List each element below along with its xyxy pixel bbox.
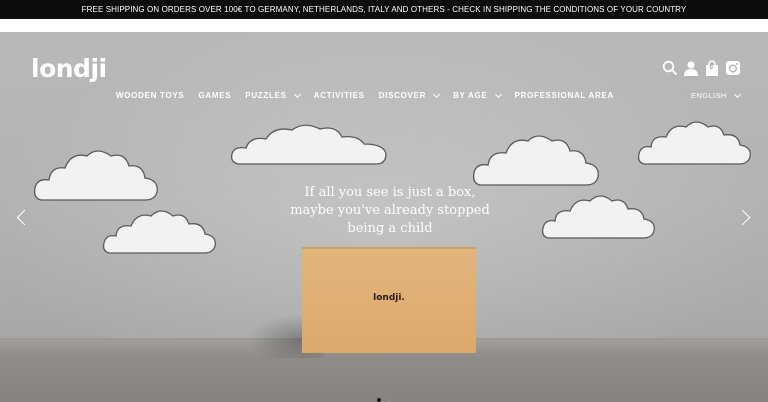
cloud-shape	[230, 124, 387, 165]
hero-banner: londji 0 WOODEN TOYS GAMES PUZZLES ACTIV…	[0, 32, 768, 402]
nav-item-professional-area[interactable]: PROFESSIONAL AREA	[515, 91, 614, 100]
header-spacer	[0, 19, 768, 32]
header-icons: 0	[662, 60, 746, 81]
cart-icon[interactable]: 0	[704, 60, 720, 81]
tagline-line: maybe you've already stopped	[290, 203, 490, 218]
language-selector[interactable]: ENGLISH	[691, 90, 741, 100]
tagline-line: being a child	[347, 221, 433, 236]
main-nav: WOODEN TOYS GAMES PUZZLES ACTIVITIES DIS…	[116, 90, 628, 100]
cloud-shape	[33, 150, 158, 201]
nav-item-puzzles[interactable]: PUZZLES	[245, 90, 301, 100]
nav-item-activities[interactable]: ACTIVITIES	[314, 91, 365, 100]
chevron-down-icon	[293, 90, 301, 98]
cart-count: 0	[709, 65, 713, 71]
instagram-icon[interactable]	[725, 60, 741, 81]
search-icon[interactable]	[662, 60, 678, 81]
chevron-down-icon	[494, 90, 502, 98]
tagline-line: If all you see is just a box,	[304, 185, 476, 200]
nav-item-discover[interactable]: DISCOVER	[379, 90, 441, 100]
site-logo[interactable]: londji	[31, 54, 107, 83]
hero-tagline: If all you see is just a box, maybe you'…	[250, 184, 530, 238]
chevron-down-icon	[433, 90, 441, 98]
language-label: ENGLISH	[691, 91, 727, 100]
announcement-bar: FREE SHIPPING ON ORDERS OVER 100€ TO GER…	[0, 0, 768, 19]
nav-item-by-age[interactable]: BY AGE	[453, 90, 502, 100]
announcement-text: FREE SHIPPING ON ORDERS OVER 100€ TO GER…	[81, 5, 687, 14]
cloud-shape	[102, 210, 216, 254]
user-icon[interactable]	[683, 60, 699, 81]
cloud-shape	[541, 195, 655, 239]
nav-item-games[interactable]: GAMES	[198, 91, 231, 100]
cloud-shape	[472, 135, 599, 186]
slide-dots	[374, 398, 394, 402]
cardboard-box: londji.	[302, 247, 476, 353]
slide-dot[interactable]	[377, 398, 381, 402]
nav-item-wooden-toys[interactable]: WOODEN TOYS	[116, 91, 184, 100]
cloud-shape	[637, 121, 751, 165]
box-logo: londji.	[373, 293, 405, 303]
slide-dot[interactable]	[387, 398, 391, 402]
chevron-down-icon	[733, 90, 741, 98]
